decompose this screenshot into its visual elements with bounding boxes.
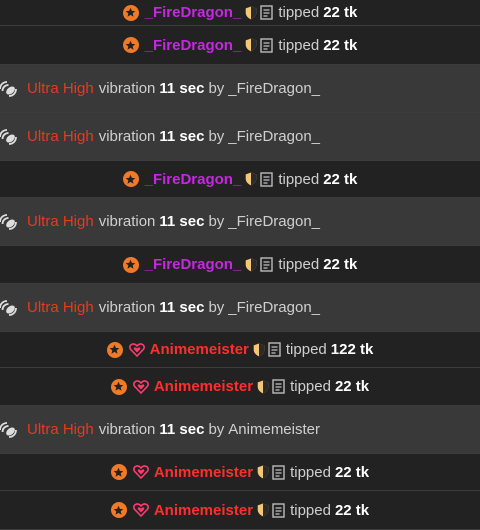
tip-amount: 22 tk [323, 170, 358, 188]
document-icon [260, 5, 274, 20]
heart-badge-icon [132, 503, 149, 518]
vibration-level: Ultra High [27, 80, 94, 97]
document-icon [272, 464, 285, 480]
vibration-label: vibration [98, 299, 156, 316]
tip-row: _FireDragon_ tipped 22 tk [0, 26, 480, 65]
tip-verb: tipped [290, 463, 331, 481]
tip-verb: tipped [278, 4, 320, 21]
tip-amount: 22 tk [334, 501, 370, 519]
document-icon [260, 171, 274, 187]
tip-row: _FireDragon_ tipped 22 tk [0, 0, 480, 26]
document-icon [260, 257, 274, 272]
vibration-label: vibration [98, 213, 156, 230]
vibration-level: Ultra High [27, 128, 94, 145]
username[interactable]: Animemeister [154, 502, 253, 519]
username[interactable]: _FireDragon_ [145, 171, 242, 188]
vibration-duration: 11 sec [159, 128, 205, 145]
vibration-icon [0, 213, 17, 230]
vibration-level: Ultra High [27, 299, 94, 316]
vibration-icon [0, 421, 17, 438]
tip-amount: 22 tk [334, 378, 370, 395]
by-label: by [208, 213, 225, 230]
tip-row: Animemeister tipped 22 tk [0, 454, 480, 491]
tip-row: _FireDragon_ tipped 22 tk [0, 246, 480, 284]
vibration-label: vibration [98, 128, 156, 145]
heart-badge-icon [132, 379, 149, 394]
shield-icon [257, 503, 269, 517]
shield-icon [246, 38, 257, 52]
shield-icon [246, 258, 257, 271]
tip-verb: tipped [290, 378, 331, 395]
vibration-row: Ultra High vibration 11 sec by _FireDrag… [0, 113, 480, 161]
star-badge-icon [110, 502, 127, 518]
vibration-duration: 11 sec [159, 421, 205, 438]
username[interactable]: Animemeister [154, 378, 253, 395]
star-badge-icon [110, 378, 127, 395]
tip-amount: 22 tk [323, 36, 358, 54]
vibration-user[interactable]: _FireDragon_ [228, 128, 320, 145]
vibration-user[interactable]: Animemeister [228, 421, 320, 438]
by-label: by [208, 421, 225, 438]
tip-verb: tipped [278, 256, 320, 273]
star-badge-icon [110, 464, 127, 480]
tip-row: Animemeister tipped 22 tk [0, 368, 480, 406]
tip-verb: tipped [278, 170, 320, 188]
document-icon [260, 37, 274, 53]
username[interactable]: _FireDragon_ [145, 256, 242, 273]
tip-verb: tipped [290, 501, 331, 519]
username[interactable]: Animemeister [154, 464, 253, 481]
vibration-row: Ultra High vibration 11 sec by _FireDrag… [0, 284, 480, 332]
tip-feed: _FireDragon_ tipped 22 tk _FireDragon_ t… [0, 0, 480, 530]
vibration-duration: 11 sec [159, 299, 205, 316]
star-badge-icon [122, 256, 139, 273]
heart-badge-icon [128, 342, 145, 357]
vibration-label: vibration [98, 80, 156, 97]
vibration-row: Ultra High vibration 11 sec by _FireDrag… [0, 65, 480, 113]
tip-amount: 22 tk [323, 4, 358, 21]
tip-row: _FireDragon_ tipped 22 tk [0, 161, 480, 198]
by-label: by [208, 80, 225, 97]
star-badge-icon [122, 37, 139, 53]
vibration-duration: 11 sec [159, 213, 205, 230]
tip-amount: 22 tk [334, 463, 370, 481]
username[interactable]: _FireDragon_ [145, 4, 242, 21]
tip-row: Animemeister tipped 22 tk [0, 491, 480, 530]
vibration-row: Ultra High vibration 11 sec by Animemeis… [0, 406, 480, 454]
by-label: by [208, 299, 225, 316]
tip-verb: tipped [285, 341, 327, 358]
heart-badge-icon [132, 465, 149, 480]
document-icon [272, 379, 285, 394]
tip-row: Animemeister tipped 122 tk [0, 332, 480, 368]
vibration-icon [0, 128, 17, 145]
document-icon [272, 502, 285, 518]
vibration-level: Ultra High [27, 213, 94, 230]
vibration-icon [0, 299, 17, 316]
shield-icon [257, 465, 269, 479]
shield-icon [253, 343, 265, 356]
vibration-user[interactable]: _FireDragon_ [228, 213, 320, 230]
shield-icon [246, 172, 257, 186]
vibration-duration: 11 sec [159, 80, 205, 97]
star-badge-icon [106, 341, 123, 358]
star-badge-icon [122, 171, 139, 187]
tip-amount: 122 tk [330, 341, 374, 358]
document-icon [268, 342, 281, 357]
vibration-user[interactable]: _FireDragon_ [228, 299, 320, 316]
shield-icon [246, 6, 257, 19]
by-label: by [208, 128, 225, 145]
username[interactable]: _FireDragon_ [145, 37, 242, 54]
vibration-level: Ultra High [27, 421, 94, 438]
tip-amount: 22 tk [323, 256, 358, 273]
vibration-row: Ultra High vibration 11 sec by _FireDrag… [0, 198, 480, 246]
username[interactable]: Animemeister [150, 341, 249, 358]
vibration-icon [0, 80, 17, 97]
vibration-user[interactable]: _FireDragon_ [228, 80, 320, 97]
star-badge-icon [122, 4, 139, 21]
shield-icon [257, 380, 269, 393]
tip-verb: tipped [278, 36, 320, 54]
vibration-label: vibration [98, 421, 156, 438]
